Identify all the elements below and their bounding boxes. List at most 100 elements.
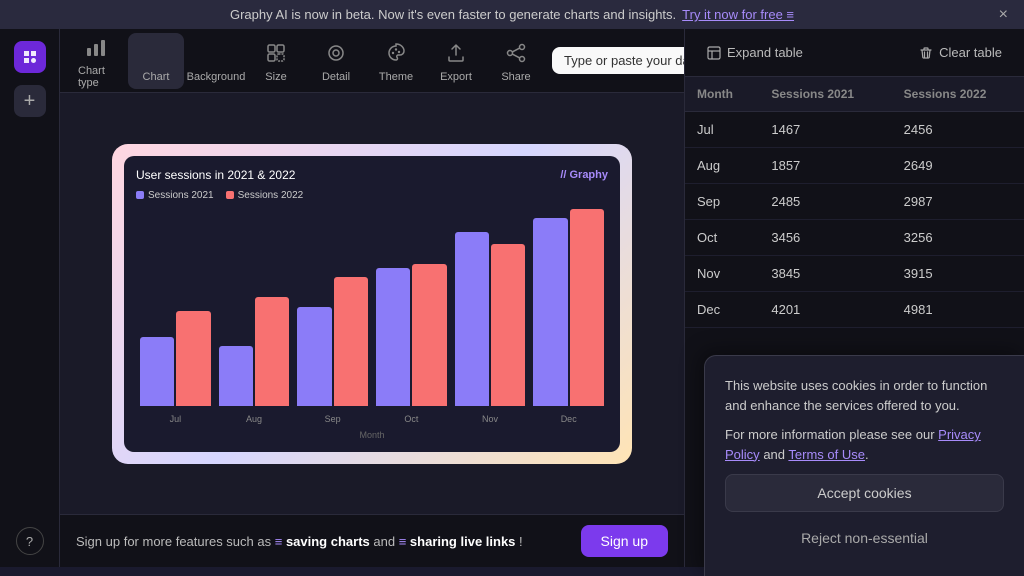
table-cell: Oct <box>685 220 759 256</box>
bar-2021 <box>297 307 331 406</box>
table-cell: 2649 <box>892 148 1024 184</box>
clear-table-label: Clear table <box>939 45 1002 60</box>
legend-label-2021: Sessions 2021 <box>148 190 214 201</box>
add-button[interactable]: + <box>14 85 46 117</box>
toolbar-item-share[interactable]: Share <box>488 33 544 89</box>
legend-dot-2021 <box>136 191 144 199</box>
toolbar-item-export[interactable]: Export <box>428 33 484 89</box>
panel-header: Expand table Clear table <box>685 29 1024 77</box>
expand-table-button[interactable]: Expand table <box>699 41 811 64</box>
x-axis-labels: JulAugSepOctNovDec <box>136 414 608 424</box>
bar-2022 <box>334 277 368 405</box>
bar-2022 <box>570 209 604 406</box>
toolbar-label-chart: Chart <box>143 71 170 83</box>
cookie-more-info: For more information please see our Priv… <box>725 425 1004 464</box>
table-cell: 3456 <box>759 220 891 256</box>
bar-2021 <box>455 232 489 405</box>
toolbar-item-theme[interactable]: Theme <box>368 33 424 89</box>
table-cell: Jul <box>685 112 759 148</box>
chart-container: User sessions in 2021 & 2022 // Graphy S… <box>112 144 632 464</box>
left-sidebar: + ? <box>0 29 60 567</box>
chart-type-icon <box>82 33 110 61</box>
x-label: Nov <box>451 414 530 424</box>
table-row: Oct34563256 <box>685 220 1024 256</box>
detail-icon <box>322 39 350 67</box>
legend-dot-2022 <box>226 191 234 199</box>
legend-label-2022: Sessions 2022 <box>238 190 304 201</box>
toolbar-label-chart-type: Chart type <box>78 65 114 89</box>
reject-cookies-button[interactable]: Reject non-essential <box>725 520 1004 556</box>
app-logo <box>14 41 46 73</box>
table-cell: 4201 <box>759 292 891 328</box>
bar-2021 <box>219 346 253 405</box>
banner-close[interactable]: × <box>999 6 1008 24</box>
toolbar-label-size: Size <box>265 71 286 83</box>
trash-icon <box>919 46 933 60</box>
chart-icon <box>142 39 170 67</box>
table-cell: 3845 <box>759 256 891 292</box>
sharing-icon: ≡ <box>399 534 410 549</box>
bar-group <box>219 209 290 406</box>
signup-text-before: Sign up for more features such as <box>76 534 271 549</box>
bar-group <box>140 209 211 406</box>
table-row: Nov38453915 <box>685 256 1024 292</box>
clear-table-button[interactable]: Clear table <box>911 41 1010 64</box>
help-button[interactable]: ? <box>16 527 44 555</box>
top-banner: Graphy AI is now in beta. Now it's even … <box>0 0 1024 29</box>
table-cell: 1857 <box>759 148 891 184</box>
bar-group <box>533 209 604 406</box>
chart-area: User sessions in 2021 & 2022 // Graphy S… <box>60 93 684 514</box>
table-row: Sep24852987 <box>685 184 1024 220</box>
bar-2021 <box>140 337 174 406</box>
table-cell: 1467 <box>759 112 891 148</box>
toolbar-label-background: Background <box>187 71 246 83</box>
toolbar-item-background[interactable]: Background <box>188 33 244 89</box>
cookie-more-info-text: For more information please see our <box>725 427 935 442</box>
table-row: Jul14672456 <box>685 112 1024 148</box>
feature2-text: sharing live links <box>410 534 516 549</box>
x-label: Aug <box>215 414 294 424</box>
chart-legend: Sessions 2021 Sessions 2022 <box>136 190 608 201</box>
share-icon <box>502 39 530 67</box>
bar-chart-wrapper: JulAugSepOctNovDec <box>136 209 608 428</box>
toolbar-item-chart[interactable]: Chart <box>128 33 184 89</box>
bar-2022 <box>491 244 525 406</box>
x-label: Oct <box>372 414 451 424</box>
toolbar-label-detail: Detail <box>322 71 350 83</box>
data-tooltip: Type or paste your data <box>552 47 684 74</box>
graphy-logo: // Graphy <box>560 169 608 181</box>
accept-cookies-button[interactable]: Accept cookies <box>725 474 1004 512</box>
banner-text: Graphy AI is now in beta. Now it's even … <box>230 7 676 22</box>
toolbar-label-theme: Theme <box>379 71 413 83</box>
table-row: Dec42014981 <box>685 292 1024 328</box>
banner-cta[interactable]: Try it now for free ≡ <box>682 7 794 22</box>
bar-group <box>297 209 368 406</box>
bar-2022 <box>255 297 289 405</box>
cookie-message: This website uses cookies in order to fu… <box>725 376 1004 415</box>
data-table: Month Sessions 2021 Sessions 2022 Jul146… <box>685 77 1024 328</box>
terms-link[interactable]: Terms of Use <box>788 447 865 462</box>
toolbar-item-chart-type[interactable]: Chart type <box>68 29 124 95</box>
bottom-banner: Sign up for more features such as ≡ savi… <box>60 514 684 567</box>
bar-2022 <box>412 264 446 406</box>
table-cell: 2987 <box>892 184 1024 220</box>
toolbar-item-size[interactable]: Size <box>248 33 304 89</box>
col-month: Month <box>685 77 759 112</box>
logo-icon <box>21 48 39 66</box>
banner-signup-text: Sign up for more features such as ≡ savi… <box>76 534 523 549</box>
bar-2022 <box>176 311 210 406</box>
x-axis-title: Month <box>136 430 608 440</box>
bar-group <box>455 209 526 406</box>
feature1-text: saving charts <box>286 534 370 549</box>
background-icon <box>202 39 230 67</box>
size-icon <box>262 39 290 67</box>
toolbar-item-detail[interactable]: Detail <box>308 33 364 89</box>
bar-2021 <box>533 218 567 405</box>
toolbar-label-share: Share <box>501 71 530 83</box>
expand-table-icon <box>707 46 721 60</box>
chart-title: User sessions in 2021 & 2022 <box>136 168 295 182</box>
chart-header: User sessions in 2021 & 2022 // Graphy <box>136 168 608 182</box>
signup-button[interactable]: Sign up <box>581 525 668 557</box>
table-body: Jul14672456Aug18572649Sep24852987Oct3456… <box>685 112 1024 328</box>
chart-inner: User sessions in 2021 & 2022 // Graphy S… <box>124 156 620 452</box>
